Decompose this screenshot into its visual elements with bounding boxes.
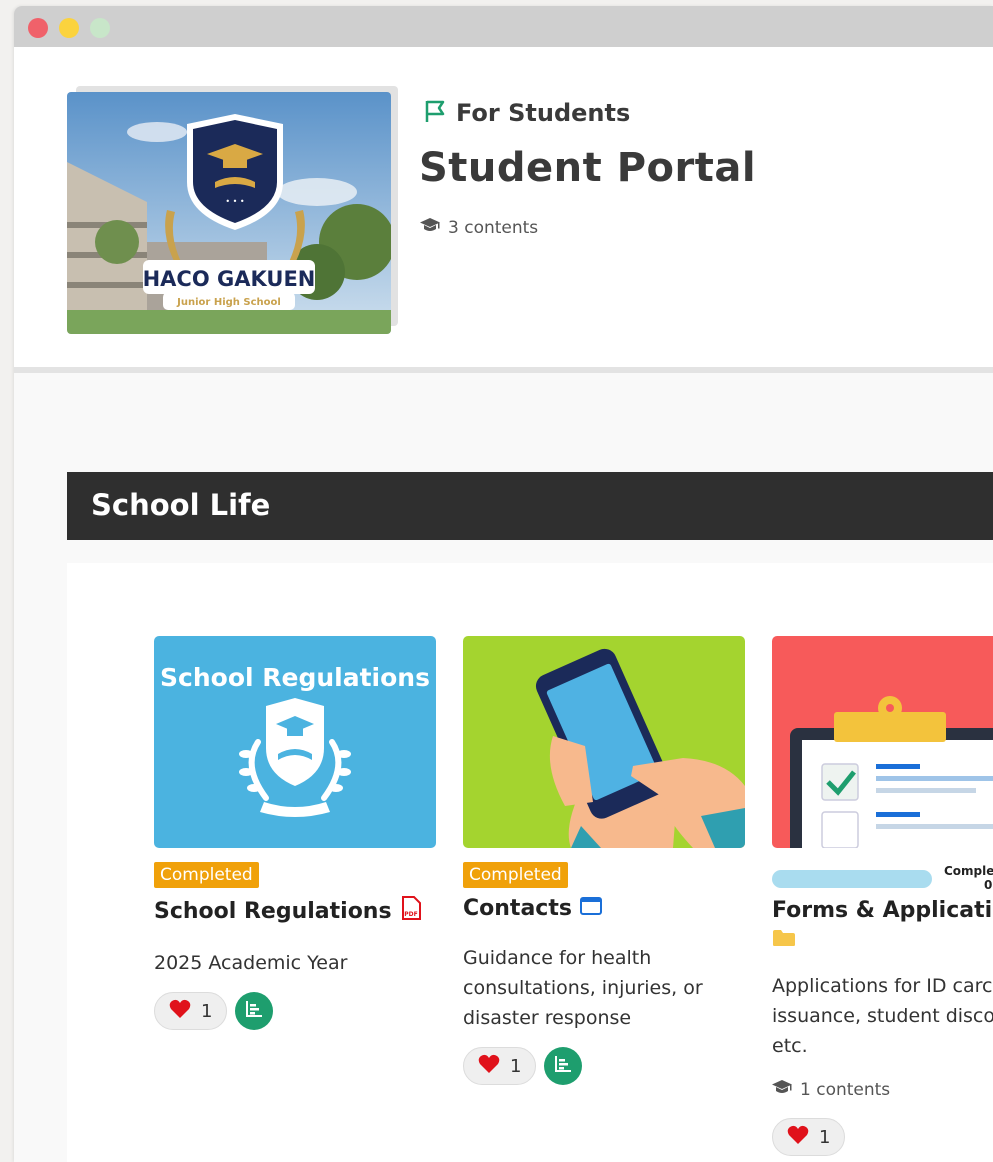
folder-icon [772,929,993,951]
like-count: 1 [510,1055,522,1077]
bar-chart-icon [554,1055,572,1077]
card-actions: 1 [772,1118,993,1156]
card-title-text[interactable]: Forms & Applicatic [772,898,993,923]
content-card[interactable]: School Regulations Completed School Regu… [154,636,436,1030]
card-thumbnail[interactable] [772,636,993,848]
card-title[interactable]: Contacts [463,896,745,921]
bar-chart-icon [245,1000,263,1022]
cover-school-subtitle: Junior High School [176,297,281,308]
heart-icon [478,1054,500,1079]
portal-header: • • • HACO GAKUEN Junior High School For… [14,47,993,373]
card-title-text[interactable]: Contacts [463,896,572,921]
content-card[interactable]: Comple 0 Forms & Applicatic Applications… [772,636,993,1156]
close-window-button[interactable] [28,18,48,38]
cover-school-name: HACO GAKUEN [143,267,316,291]
content-count-text: 1 contents [800,1079,891,1100]
page-title: Student Portal [419,145,757,191]
content-count: 1 contents [772,1079,993,1100]
portal-cover-image: • • • HACO GAKUEN Junior High School [67,92,391,334]
card-thumbnail[interactable] [463,636,745,848]
like-button[interactable]: 1 [463,1047,537,1085]
stats-button[interactable] [544,1047,583,1085]
progress-label: Comple [944,864,993,878]
graduation-cap-icon [420,217,440,238]
section-header: School Life [67,472,993,540]
like-button[interactable]: 1 [154,992,228,1030]
graduation-cap-icon [772,1079,792,1100]
stats-button[interactable] [235,992,274,1030]
minimize-window-button[interactable] [59,18,79,38]
progress-row: Comple 0 [772,864,993,892]
card-actions: 1 [154,992,436,1030]
card-title[interactable]: School Regulations PDF [154,896,436,926]
card-thumbnail[interactable]: School Regulations [154,636,436,848]
content-count: 3 contents [420,217,538,238]
card-description: Guidance for health consultations, injur… [463,947,703,1029]
browser-window: • • • HACO GAKUEN Junior High School For… [14,6,993,1162]
window-titlebar [14,6,993,47]
status-badge: Completed [463,862,568,888]
card-description: 2025 Academic Year [154,952,348,974]
svg-text:PDF: PDF [404,911,417,918]
flag-icon [424,99,446,127]
category-label: For Students [456,99,631,127]
progress-bar [772,870,932,888]
pdf-icon: PDF [400,896,422,926]
card-description: Applications for ID carc issuance, stude… [772,975,993,1057]
like-count: 1 [201,1000,213,1022]
content-card[interactable]: Completed Contacts Guidance for health c… [463,636,745,1085]
like-count: 1 [819,1126,831,1148]
card-title[interactable]: Forms & Applicatic [772,898,993,923]
section-title: School Life [91,488,271,522]
like-button[interactable]: 1 [772,1118,846,1156]
card-title-text[interactable]: School Regulations [154,899,392,924]
content-count-text: 3 contents [448,217,539,238]
portal-category: For Students [424,99,630,127]
heart-icon [169,999,191,1024]
maximize-window-button[interactable] [90,18,110,38]
progress-value: 0 [984,878,993,892]
heart-icon [787,1125,809,1150]
status-badge: Completed [154,862,259,888]
thumbnail-title: School Regulations [160,663,430,692]
card-actions: 1 [463,1047,745,1085]
svg-text:• • •: • • • [225,197,244,206]
browser-window-icon [579,896,602,921]
